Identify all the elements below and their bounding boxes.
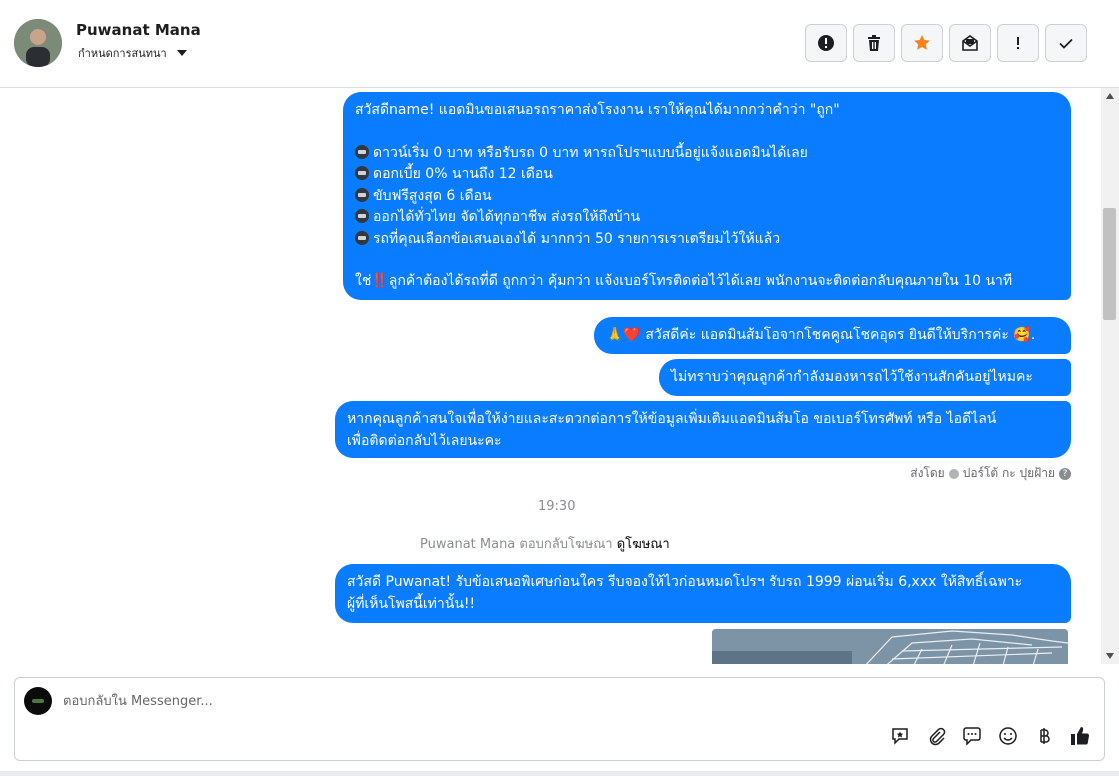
message-bubble[interactable]: สวัสดีname! แอดมินขอเสนอรถราคาส่งโรงงาน … bbox=[343, 92, 1071, 300]
caret-down-icon bbox=[176, 50, 187, 56]
conversation-status-dropdown[interactable]: กำหนดการสนทนา bbox=[78, 44, 187, 62]
conversation-status-label: กำหนดการสนทนา bbox=[78, 47, 167, 60]
car-emoji-icon bbox=[355, 144, 369, 159]
like-button[interactable] bbox=[1068, 724, 1092, 748]
mark-unread-icon bbox=[962, 35, 978, 51]
message-text: ออกได้ทั่วไทย จัดได้ทุกอาชีพ ส่งรถให้ถึง… bbox=[373, 209, 641, 225]
message-text: สวัสดีค่ะ แอดมินส้มโอจากโชคคูณโชคอุดร ยิ… bbox=[645, 327, 1009, 343]
message-text: สวัสดี Puwanat! รับข้อเสนอพิเศษก่อนใคร ร… bbox=[347, 574, 1023, 590]
pray-heart-emoji-icon: 🙏❤️ bbox=[606, 327, 641, 343]
message-text: ใช่ bbox=[355, 273, 372, 289]
smiling-hearts-emoji-icon: 🥰. bbox=[1013, 327, 1036, 343]
scroll-down-arrow-icon[interactable] bbox=[1106, 653, 1114, 659]
help-icon[interactable]: ? bbox=[1059, 467, 1071, 480]
attachment-icon bbox=[929, 727, 946, 746]
ad-reply-text: Puwanat Mana ตอบกลับโฆษณา bbox=[420, 537, 613, 552]
reply-input[interactable] bbox=[63, 690, 963, 712]
saved-reply-icon bbox=[892, 728, 908, 745]
bottom-strip bbox=[0, 771, 1119, 776]
scrollbar-thumb[interactable] bbox=[1103, 208, 1116, 320]
spam-button[interactable] bbox=[997, 24, 1039, 62]
emoji-button[interactable] bbox=[996, 724, 1020, 748]
message-text: รถที่คุณเลือกข้อเสนอเองได้ มากกว่า 50 รา… bbox=[373, 230, 781, 247]
header-actions bbox=[805, 24, 1087, 62]
message-text: ผู้ที่เห็นโพสนี้เท่านั้น!! bbox=[347, 595, 476, 612]
car-emoji-icon bbox=[355, 209, 369, 223]
message-bubble[interactable]: หากคุณลูกค้าสนใจเพื่อให้ง่ายและสะดวกต่อก… bbox=[335, 401, 1071, 458]
mark-unread-button[interactable] bbox=[949, 24, 991, 62]
sent-by-name: ปอร์โต้ กะ ปุยฝ้าย bbox=[962, 466, 1055, 480]
payment-button[interactable] bbox=[1032, 724, 1056, 748]
message-text: สวัสดีname! แอดมินขอเสนอรถราคาส่งโรงงาน … bbox=[355, 102, 840, 118]
reply-composer bbox=[14, 677, 1105, 761]
quick-reply-button[interactable] bbox=[960, 724, 984, 748]
car-emoji-icon bbox=[355, 230, 369, 245]
delete-button[interactable] bbox=[853, 24, 895, 62]
message-text: ลูกค้าต้องได้รถที่ดี ถูกกว่า คุ้มกว่า แจ… bbox=[388, 273, 1013, 289]
saved-reply-button[interactable] bbox=[888, 724, 912, 748]
trash-icon bbox=[868, 35, 880, 51]
page-avatar bbox=[24, 687, 52, 715]
star-icon bbox=[914, 35, 930, 50]
message-text: หากคุณลูกค้าสนใจเพื่อให้ง่ายและสะดวกต่อก… bbox=[347, 411, 997, 427]
scroll-up-arrow-icon[interactable] bbox=[1106, 93, 1114, 99]
checkmark-icon bbox=[1059, 38, 1073, 49]
alert-circle-icon bbox=[818, 35, 834, 51]
baht-payment-icon bbox=[1040, 728, 1050, 744]
avatar[interactable] bbox=[14, 19, 62, 67]
message-thread[interactable]: สวัสดีname! แอดมินขอเสนอรถราคาส่งโรงงาน … bbox=[0, 88, 1101, 664]
thread-scrollbar[interactable] bbox=[1101, 88, 1119, 664]
contact-name[interactable]: Puwanat Mana bbox=[76, 21, 201, 39]
thumbs-up-icon bbox=[1071, 727, 1090, 745]
message-text: เพื่อติดต่อกลับไว้เลยนะคะ bbox=[347, 432, 502, 449]
message-bubble[interactable]: ไม่ทราบว่าคุณลูกค้ากำลังมองหารถไว้ใช้งาน… bbox=[659, 359, 1071, 396]
ad-reply-note: Puwanat Mana ตอบกลับโฆษณา ดูโฆษณา bbox=[420, 533, 670, 554]
sent-by-info: ส่งโดย ปอร์โต้ กะ ปุยฝ้าย ? bbox=[910, 464, 1071, 483]
star-button[interactable] bbox=[901, 24, 943, 62]
attach-button[interactable] bbox=[924, 724, 948, 748]
car-emoji-icon bbox=[355, 166, 369, 180]
car-emoji-icon bbox=[355, 187, 369, 202]
double-exclamation-icon: ‼️ bbox=[371, 273, 389, 289]
message-bubble[interactable]: 🙏❤️ สวัสดีค่ะ แอดมินส้มโอจากโชคคูณโชคอุด… bbox=[594, 317, 1071, 354]
conversation-header: Puwanat Mana กำหนดการสนทนา bbox=[0, 0, 1119, 88]
verified-dot-icon bbox=[948, 468, 959, 479]
alert-button[interactable] bbox=[805, 24, 847, 62]
sent-by-label: ส่งโดย bbox=[910, 466, 945, 480]
mark-done-button[interactable] bbox=[1045, 24, 1087, 62]
chat-bubble-icon bbox=[963, 727, 981, 746]
emoji-icon bbox=[999, 727, 1017, 745]
exclamation-icon bbox=[1017, 37, 1019, 49]
message-text: ดอกเบี้ย 0% นานถึง 12 เดือน bbox=[373, 166, 553, 182]
composer-area bbox=[0, 664, 1119, 776]
composer-tools bbox=[888, 724, 1092, 748]
message-text: ดาวน์เริ่ม 0 บาท หรือรับรถ 0 บาท หารถโปร… bbox=[373, 144, 808, 161]
message-timestamp: 19:30 bbox=[538, 499, 576, 514]
message-bubble[interactable]: สวัสดี Puwanat! รับข้อเสนอพิเศษก่อนใคร ร… bbox=[335, 564, 1071, 623]
message-text: ขับฟรีสูงสุด 6 เดือน bbox=[373, 187, 492, 204]
ad-image[interactable] bbox=[712, 629, 1068, 664]
message-text: ไม่ทราบว่าคุณลูกค้ากำลังมองหารถไว้ใช้งาน… bbox=[671, 369, 1033, 385]
view-ad-link[interactable]: ดูโฆษณา bbox=[617, 537, 670, 552]
